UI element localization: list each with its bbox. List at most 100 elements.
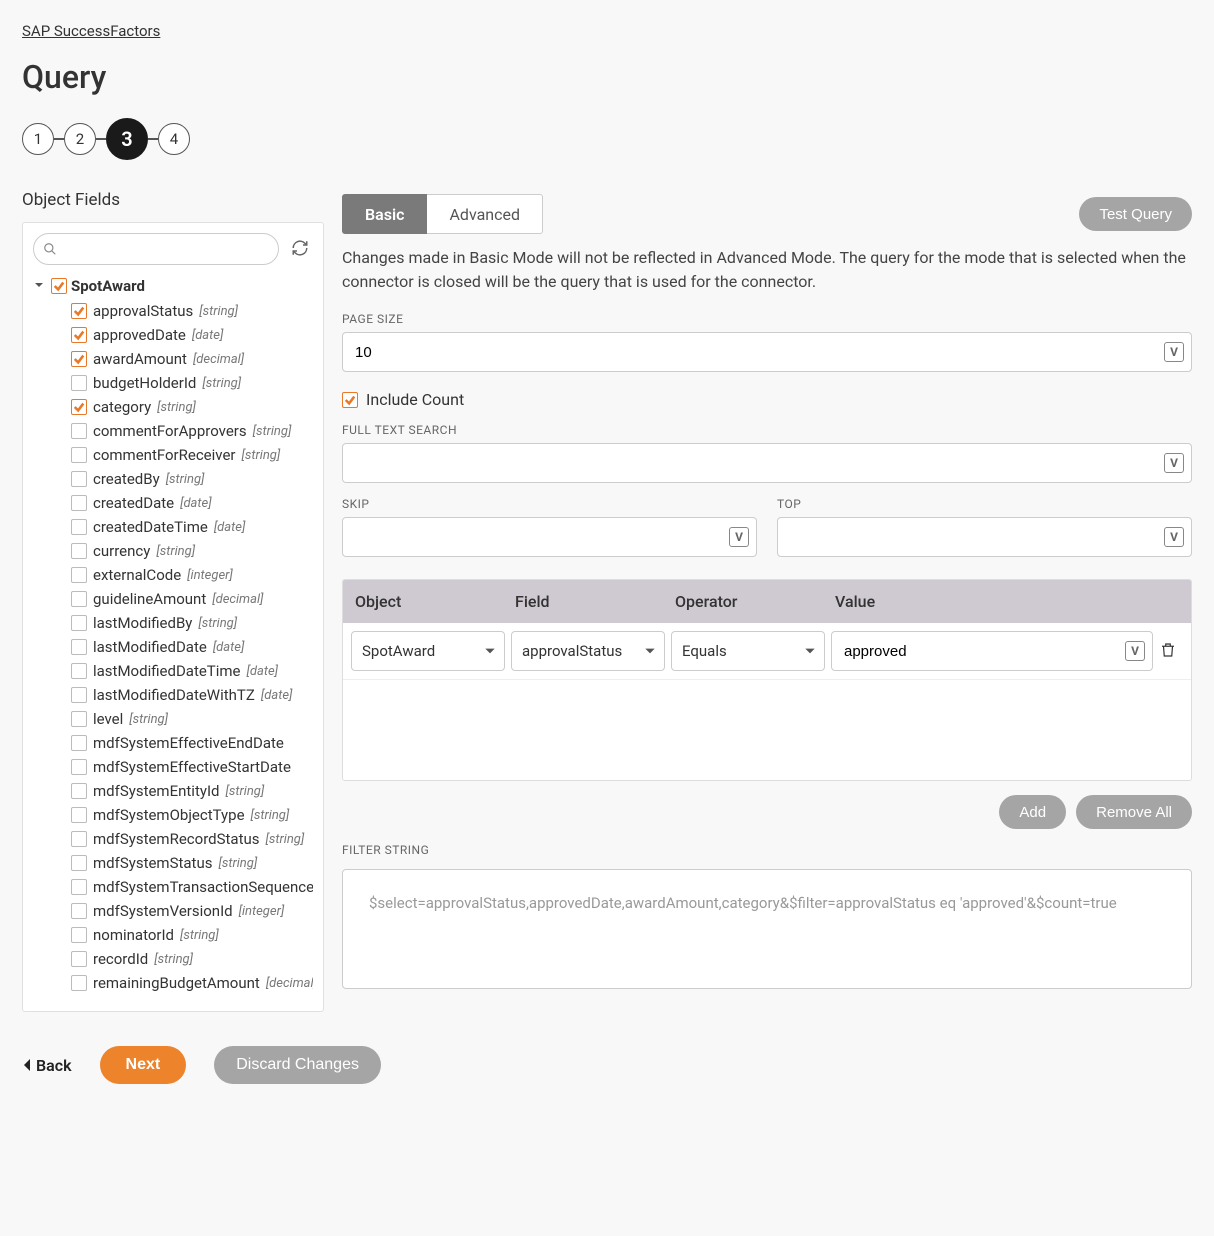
tab-basic[interactable]: Basic	[342, 194, 427, 234]
field-item[interactable]: mdfSystemVersionId [integer]	[71, 899, 313, 923]
step-connector	[54, 138, 64, 140]
refresh-button[interactable]	[287, 235, 313, 264]
field-item[interactable]: createdDate [date]	[71, 491, 313, 515]
filter-field-select[interactable]: approvalStatus	[511, 631, 665, 671]
field-checkbox[interactable]	[71, 879, 87, 895]
delete-row-button[interactable]	[1159, 641, 1177, 662]
field-checkbox[interactable]	[71, 783, 87, 799]
field-item[interactable]: createdBy [string]	[71, 467, 313, 491]
step-4[interactable]: 4	[158, 123, 190, 155]
step-3[interactable]: 3	[106, 118, 148, 160]
field-checkbox[interactable]	[71, 927, 87, 943]
field-checkbox[interactable]	[71, 951, 87, 967]
variable-icon[interactable]: V	[729, 527, 749, 547]
add-button[interactable]: Add	[999, 795, 1066, 829]
test-query-button[interactable]: Test Query	[1079, 197, 1192, 231]
field-item[interactable]: lastModifiedDateWithTZ [date]	[71, 683, 313, 707]
field-checkbox[interactable]	[71, 399, 87, 415]
field-item[interactable]: commentForApprovers [string]	[71, 419, 313, 443]
field-item[interactable]: commentForReceiver [string]	[71, 443, 313, 467]
field-item[interactable]: approvalStatus [string]	[71, 299, 313, 323]
field-checkbox[interactable]	[71, 975, 87, 991]
field-type: [string]	[202, 376, 241, 391]
page-size-input[interactable]	[342, 332, 1192, 372]
field-item[interactable]: awardAmount [decimal]	[71, 347, 313, 371]
skip-input[interactable]	[342, 517, 757, 557]
field-item[interactable]: mdfSystemRecordStatus [string]	[71, 827, 313, 851]
field-checkbox[interactable]	[71, 327, 87, 343]
field-checkbox[interactable]	[71, 615, 87, 631]
field-checkbox[interactable]	[71, 543, 87, 559]
top-input[interactable]	[777, 517, 1192, 557]
field-item[interactable]: nominatorId [string]	[71, 923, 313, 947]
field-item[interactable]: category [string]	[71, 395, 313, 419]
chevron-down-icon	[33, 279, 45, 291]
field-type: [date]	[247, 664, 278, 679]
filter-table: Object Field Operator Value SpotAward ap…	[342, 579, 1192, 781]
field-item[interactable]: mdfSystemTransactionSequence	[71, 875, 313, 899]
breadcrumb[interactable]: SAP SuccessFactors	[22, 22, 160, 40]
field-checkbox[interactable]	[71, 855, 87, 871]
field-item[interactable]: mdfSystemObjectType [string]	[71, 803, 313, 827]
field-checkbox[interactable]	[71, 831, 87, 847]
field-checkbox[interactable]	[71, 567, 87, 583]
field-item[interactable]: level [string]	[71, 707, 313, 731]
variable-icon[interactable]: V	[1164, 527, 1184, 547]
variable-icon[interactable]: V	[1125, 641, 1145, 661]
field-item[interactable]: lastModifiedDateTime [date]	[71, 659, 313, 683]
field-item[interactable]: mdfSystemEntityId [string]	[71, 779, 313, 803]
filter-string-output	[342, 869, 1192, 989]
remove-all-button[interactable]: Remove All	[1076, 795, 1192, 829]
next-button[interactable]: Next	[100, 1046, 187, 1084]
field-checkbox[interactable]	[71, 663, 87, 679]
field-name: category	[93, 398, 151, 416]
field-item[interactable]: approvedDate [date]	[71, 323, 313, 347]
field-checkbox[interactable]	[71, 735, 87, 751]
field-checkbox[interactable]	[71, 807, 87, 823]
field-checkbox[interactable]	[71, 639, 87, 655]
field-item[interactable]: lastModifiedDate [date]	[71, 635, 313, 659]
field-item[interactable]: currency [string]	[71, 539, 313, 563]
field-checkbox[interactable]	[71, 591, 87, 607]
field-item[interactable]: remainingBudgetAmount [decimal]	[71, 971, 313, 995]
field-name: guidelineAmount	[93, 590, 206, 608]
step-2[interactable]: 2	[64, 123, 96, 155]
tab-advanced[interactable]: Advanced	[427, 194, 543, 234]
field-checkbox[interactable]	[71, 687, 87, 703]
field-item[interactable]: mdfSystemStatus [string]	[71, 851, 313, 875]
field-item[interactable]: mdfSystemEffectiveEndDate	[71, 731, 313, 755]
field-type: [string]	[226, 784, 265, 799]
tree-root[interactable]: SpotAward	[33, 277, 313, 295]
field-checkbox[interactable]	[71, 759, 87, 775]
field-checkbox[interactable]	[71, 303, 87, 319]
full-text-search-input[interactable]	[342, 443, 1192, 483]
field-checkbox[interactable]	[71, 471, 87, 487]
root-checkbox[interactable]	[51, 278, 67, 294]
include-count-checkbox[interactable]	[342, 392, 358, 408]
field-checkbox[interactable]	[71, 903, 87, 919]
fields-search-input[interactable]	[33, 233, 279, 265]
filter-operator-select[interactable]: Equals	[671, 631, 825, 671]
field-item[interactable]: budgetHolderId [string]	[71, 371, 313, 395]
page-title: Query	[22, 58, 1192, 96]
back-button[interactable]: Back	[22, 1056, 72, 1075]
field-item[interactable]: recordId [string]	[71, 947, 313, 971]
field-item[interactable]: mdfSystemEffectiveStartDate	[71, 755, 313, 779]
step-1[interactable]: 1	[22, 123, 54, 155]
field-checkbox[interactable]	[71, 423, 87, 439]
field-checkbox[interactable]	[71, 495, 87, 511]
filter-value-input[interactable]	[831, 631, 1153, 671]
field-checkbox[interactable]	[71, 711, 87, 727]
field-item[interactable]: lastModifiedBy [string]	[71, 611, 313, 635]
field-checkbox[interactable]	[71, 375, 87, 391]
discard-button[interactable]: Discard Changes	[214, 1046, 381, 1084]
field-checkbox[interactable]	[71, 447, 87, 463]
filter-object-select[interactable]: SpotAward	[351, 631, 505, 671]
variable-icon[interactable]: V	[1164, 342, 1184, 362]
field-checkbox[interactable]	[71, 519, 87, 535]
field-checkbox[interactable]	[71, 351, 87, 367]
variable-icon[interactable]: V	[1164, 453, 1184, 473]
field-item[interactable]: externalCode [integer]	[71, 563, 313, 587]
field-item[interactable]: createdDateTime [date]	[71, 515, 313, 539]
field-item[interactable]: guidelineAmount [decimal]	[71, 587, 313, 611]
